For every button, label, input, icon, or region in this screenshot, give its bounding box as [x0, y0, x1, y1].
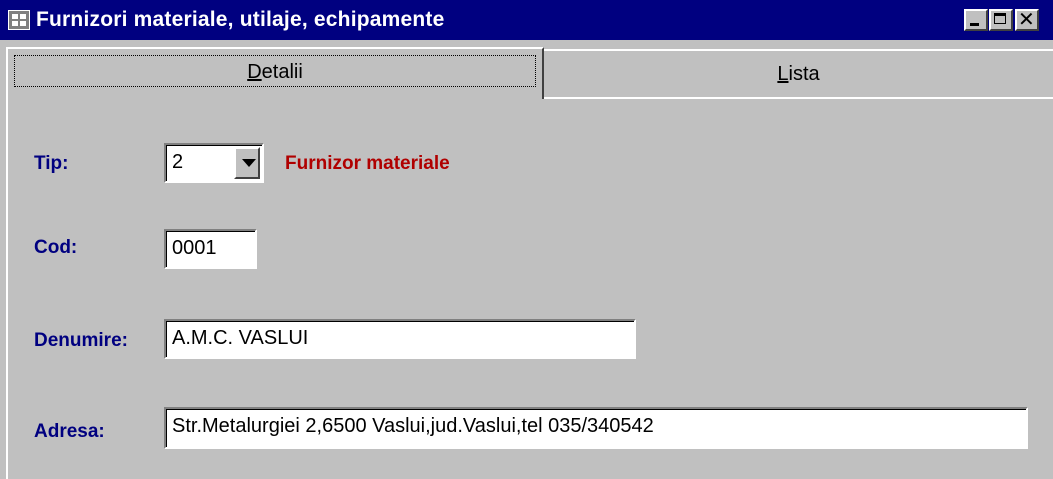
- tab-detalii[interactable]: Detalii: [6, 47, 544, 99]
- tab-panel-edge: [6, 99, 8, 479]
- minimize-icon: [970, 23, 979, 26]
- window-title: Furnizori materiale, utilaje, echipament…: [36, 8, 445, 31]
- adresa-field[interactable]: Str.Metalurgiei 2,6500 Vaslui,jud.Vaslui…: [164, 407, 1028, 449]
- tab-focus-rect: [14, 55, 536, 87]
- maximize-button[interactable]: [989, 9, 1013, 31]
- tip-description: Furnizor materiale: [285, 153, 450, 174]
- dropdown-button[interactable]: [234, 147, 260, 179]
- cod-label: Cod:: [34, 237, 78, 258]
- minimize-button[interactable]: [964, 9, 988, 31]
- chevron-down-icon: [242, 159, 256, 167]
- close-icon: ✕: [1018, 7, 1035, 31]
- tip-label: Tip:: [34, 153, 69, 174]
- denumire-label: Denumire:: [34, 330, 128, 351]
- close-button[interactable]: ✕: [1015, 7, 1039, 31]
- tab-lista-label: Lista: [777, 63, 820, 85]
- app-icon[interactable]: [8, 10, 30, 30]
- tip-select[interactable]: 2: [164, 143, 264, 183]
- cod-field[interactable]: 0001: [164, 229, 257, 269]
- denumire-field[interactable]: A.M.C. VASLUI: [164, 319, 636, 359]
- tip-select-value: 2: [172, 151, 184, 173]
- app-window: Furnizori materiale, utilaje, echipament…: [0, 0, 1053, 479]
- title-bar[interactable]: Furnizori materiale, utilaje, echipament…: [0, 0, 1053, 40]
- tab-lista[interactable]: Lista: [544, 49, 1053, 99]
- adresa-label: Adresa:: [34, 421, 105, 442]
- maximize-icon: [994, 13, 1006, 24]
